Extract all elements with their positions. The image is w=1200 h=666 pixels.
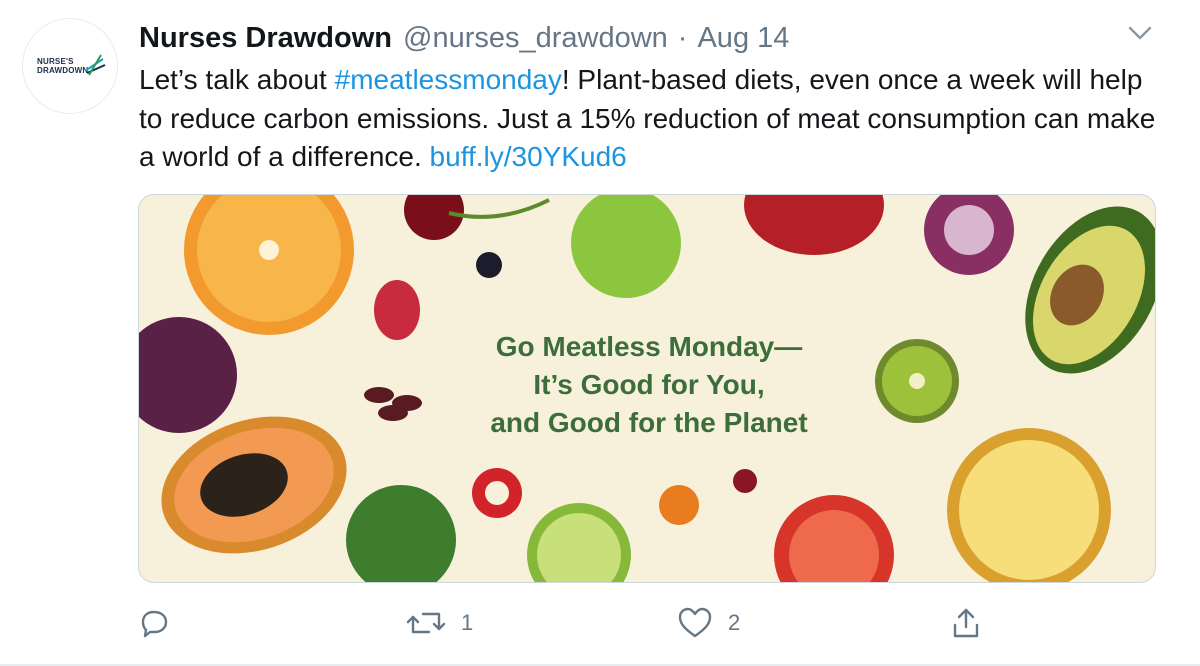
retweet-button[interactable]: 1 — [405, 600, 473, 646]
media-card[interactable]: Go Meatless Monday— It’s Good for You, a… — [138, 194, 1156, 583]
headline-line2: It’s Good for You, — [533, 369, 765, 400]
share-button[interactable] — [948, 600, 984, 646]
author-name[interactable]: Nurses Drawdown — [139, 22, 392, 55]
tweet-date[interactable]: Aug 14 — [697, 22, 789, 55]
retweet-icon — [406, 612, 446, 634]
author-handle[interactable]: @nurses_drawdown — [403, 22, 668, 55]
like-button[interactable]: 2 — [676, 600, 740, 646]
hashtag-link[interactable]: #meatlessmonday — [335, 64, 562, 95]
avatar-logo-line2: DRAWDOWN — [37, 66, 89, 75]
separator-dot: · — [677, 21, 688, 54]
action-bar: 1 2 — [0, 600, 1200, 650]
caret-down-icon[interactable] — [1124, 22, 1156, 46]
reply-button[interactable] — [136, 600, 186, 646]
tweet-header: Nurses Drawdown @nurses_drawdown · Aug 1… — [139, 20, 789, 56]
like-count: 2 — [728, 610, 741, 635]
tweet-text-part1: Let’s talk about — [139, 64, 335, 95]
url-link[interactable]: buff.ly/30YKud6 — [430, 141, 627, 172]
leaf-logo-icon — [84, 54, 106, 76]
card-headline: Go Meatless Monday— It’s Good for You, a… — [469, 328, 829, 442]
retweet-count: 1 — [461, 610, 474, 635]
avatar[interactable]: NURSE'S DRAWDOWN — [22, 18, 118, 114]
avatar-logo-line1: NURSE'S — [37, 57, 74, 66]
avatar-logo: NURSE'S DRAWDOWN — [37, 57, 88, 75]
share-icon — [953, 608, 979, 638]
headline-line3: and Good for the Planet — [490, 407, 808, 438]
like-icon — [678, 607, 712, 638]
tweet-text: Let’s talk about #meatlessmonday! Plant-… — [139, 61, 1159, 177]
tweet[interactable]: NURSE'S DRAWDOWN Nurses Drawdown @nurses… — [0, 0, 1200, 666]
headline-line1: Go Meatless Monday— — [495, 331, 803, 362]
reply-icon — [141, 610, 168, 638]
